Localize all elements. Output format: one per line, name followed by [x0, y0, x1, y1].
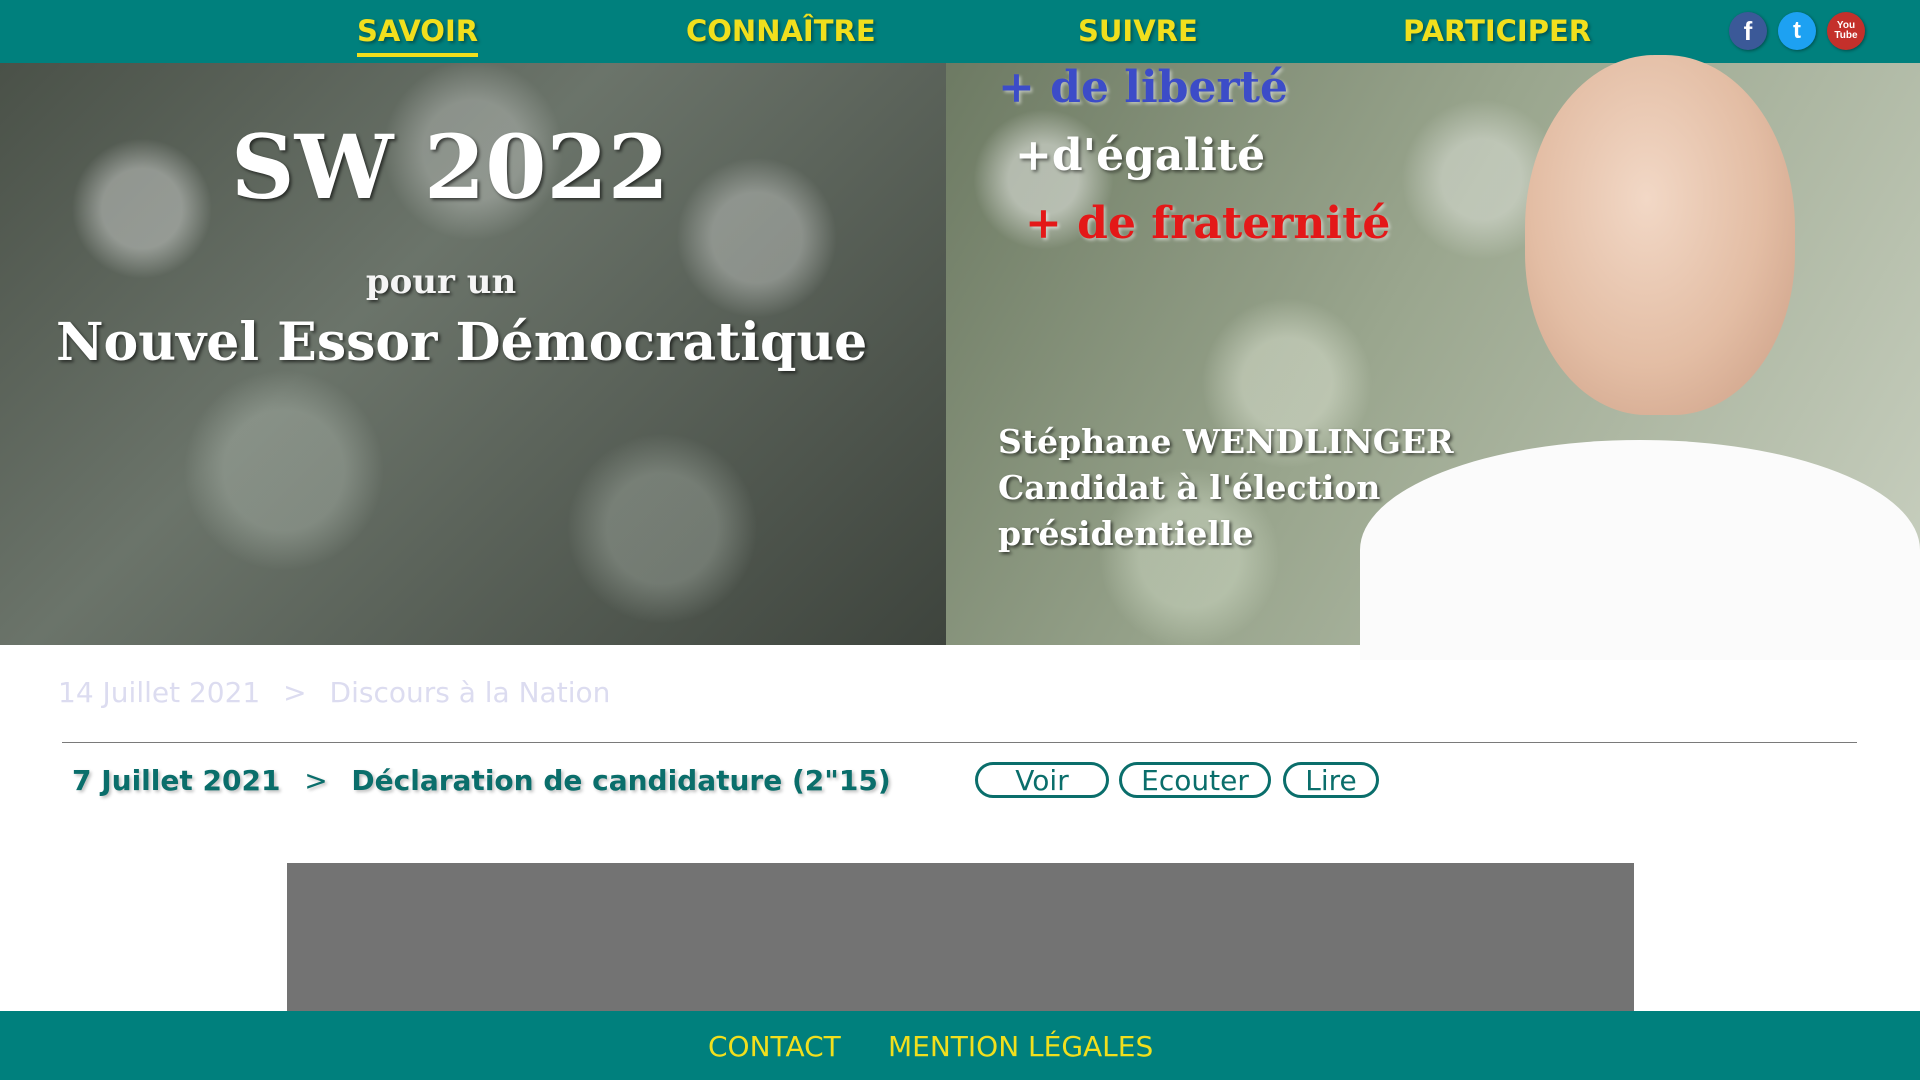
read-button[interactable]: Lire	[1283, 762, 1379, 798]
candidate-title-line2: présidentielle	[998, 514, 1254, 553]
candidate-portrait	[1525, 55, 1795, 415]
candidate-portrait-shoulders	[1360, 440, 1920, 660]
footer-contact-link[interactable]: CONTACT	[708, 1030, 841, 1063]
nav-item-savoir[interactable]: SAVOIR	[357, 14, 479, 57]
banner-subtitle: Nouvel Essor Démocratique	[56, 312, 868, 373]
slogan-egalite: +d'égalité	[1015, 130, 1266, 181]
top-nav-bar	[0, 0, 1920, 63]
entry-faded-title: Discours à la Nation	[329, 676, 611, 709]
video-player[interactable]	[287, 863, 1634, 1011]
entry-current: 7 Juillet 2021 > Déclaration de candidat…	[72, 764, 891, 797]
entry-current-title: Déclaration de candidature (2"15)	[351, 764, 891, 797]
listen-button[interactable]: Ecouter	[1119, 762, 1271, 798]
nav-item-suivre[interactable]: SUIVRE	[1078, 14, 1198, 48]
nav-item-connaitre[interactable]: CONNAÎTRE	[686, 14, 876, 48]
footer-legal-link[interactable]: MENTION LÉGALES	[888, 1030, 1153, 1063]
youtube-icon[interactable]: You Tube	[1827, 12, 1865, 50]
entry-current-separator: >	[304, 764, 328, 797]
entry-divider	[62, 742, 1857, 743]
entry-faded[interactable]: 14 Juillet 2021 > Discours à la Nation	[58, 676, 610, 709]
watch-button[interactable]: Voir	[975, 762, 1109, 798]
banner-pour: pour un	[365, 262, 517, 302]
facebook-icon[interactable]: f	[1729, 12, 1767, 50]
slogan-fraternite: + de fraternité	[1025, 198, 1391, 249]
candidate-name: Stéphane WENDLINGER	[998, 422, 1454, 461]
banner-title: SW 2022	[231, 115, 669, 219]
twitter-icon[interactable]: t	[1778, 12, 1816, 50]
entry-faded-separator: >	[283, 676, 307, 709]
entry-current-date: 7 Juillet 2021	[72, 764, 281, 797]
nav-item-participer[interactable]: PARTICIPER	[1403, 14, 1591, 48]
candidate-title-line1: Candidat à l'élection	[998, 468, 1381, 507]
slogan-liberte: + de liberté	[998, 62, 1288, 113]
entry-faded-date: 14 Juillet 2021	[58, 676, 261, 709]
